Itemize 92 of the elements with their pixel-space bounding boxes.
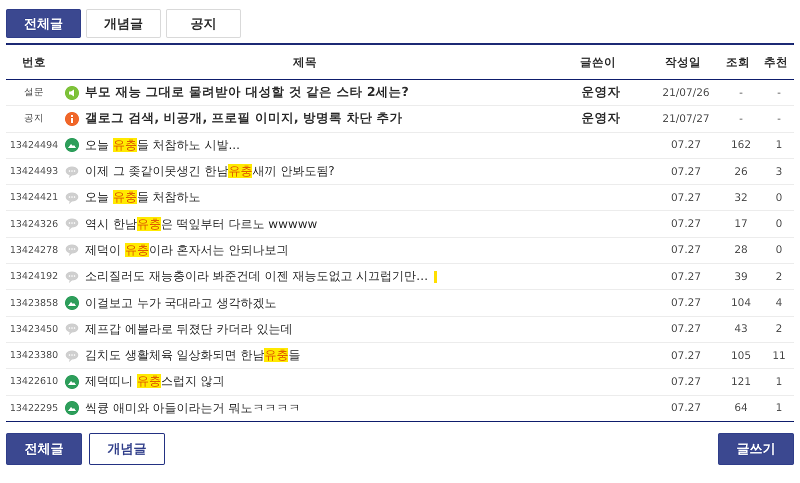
post-title-link[interactable]: 제프갑 에볼라로 뒤졌단 카더라 있는데 <box>85 320 292 338</box>
post-date: 07.27 <box>670 402 702 414</box>
speech-bubble-icon <box>65 270 79 284</box>
view-count: - <box>738 86 744 99</box>
post-date: 07.27 <box>670 166 702 178</box>
post-title-link[interactable]: 갤로그 검색, 비공개, 프로필 이미지, 방명록 차단 추가 <box>85 110 403 128</box>
image-icon <box>65 138 79 152</box>
post-date: 21/07/27 <box>661 112 711 125</box>
post-number: 13424494 <box>8 140 60 151</box>
view-count: - <box>738 112 744 125</box>
recommend-count: 0 <box>774 244 784 256</box>
recommend-count: 2 <box>774 270 784 283</box>
post-number: 설문 <box>23 86 45 100</box>
post-number: 13424493 <box>8 166 60 178</box>
view-count: 17 <box>733 218 749 230</box>
post-date: 21/07/26 <box>661 86 711 99</box>
filter-button[interactable]: 개념글 <box>89 432 165 465</box>
post-number: 공지 <box>23 112 45 126</box>
post-date: 07.27 <box>670 376 702 388</box>
speech-bubble-icon <box>65 217 79 232</box>
post-number: 13424421 <box>8 192 60 204</box>
post-date: 07.27 <box>670 218 702 230</box>
image-icon <box>65 296 79 310</box>
recommend-count: - <box>776 86 782 99</box>
post-date: 07.27 <box>670 244 702 256</box>
post-number: 13424326 <box>8 218 60 230</box>
recommend-count: 3 <box>774 166 784 178</box>
post-title-link[interactable]: 역시 한남유충은 떡잎부터 다르노 wwwww <box>85 216 318 233</box>
speech-bubble-icon <box>65 243 79 258</box>
column-header: 글쓴이 <box>579 54 617 70</box>
tab[interactable]: 공지 <box>166 9 241 38</box>
post-date: 07.27 <box>670 192 702 204</box>
recommend-count: 1 <box>774 139 784 152</box>
column-header: 작성일 <box>664 54 702 70</box>
image-icon <box>65 374 79 389</box>
post-title-link[interactable]: 오늘 유충들 처참하노 <box>85 189 201 206</box>
recommend-count: 11 <box>771 350 787 362</box>
recommend-count: 2 <box>774 323 784 336</box>
post-title-link[interactable]: 부모 재능 그대로 물려받아 대성할 것 같은 스타 2세는? <box>85 84 409 102</box>
view-count: 28 <box>733 244 749 256</box>
speaker-icon <box>65 86 79 100</box>
recommend-count: 0 <box>774 192 784 204</box>
view-count: 105 <box>730 350 752 362</box>
speech-bubble-icon <box>65 190 79 205</box>
post-number: 13424278 <box>8 244 60 256</box>
recommend-count: 1 <box>774 376 784 388</box>
column-header: 조회 <box>725 54 751 70</box>
view-count: 121 <box>730 376 752 388</box>
view-count: 162 <box>730 139 752 152</box>
view-count: 64 <box>733 402 749 414</box>
post-number: 13422295 <box>8 402 60 414</box>
view-count: 104 <box>730 297 752 310</box>
filter-button[interactable]: 전체글 <box>6 432 82 465</box>
post-date: 07.27 <box>670 323 702 336</box>
column-header: 제목 <box>292 54 318 70</box>
writer-name: 운영자 <box>582 110 620 126</box>
view-count: 26 <box>733 166 749 178</box>
post-number: 13422610 <box>8 376 60 388</box>
tab[interactable]: 개념글 <box>86 9 161 38</box>
post-number: 13423380 <box>8 350 60 362</box>
writer-name: 운영자 <box>582 84 620 100</box>
view-count: 32 <box>733 192 749 204</box>
speech-bubble-icon <box>65 348 79 363</box>
post-date: 07.27 <box>670 270 702 283</box>
post-title-link[interactable]: 오늘 유충들 처참하노 시발... <box>85 136 240 154</box>
info-icon <box>65 112 79 126</box>
view-count: 39 <box>733 270 749 283</box>
speech-bubble-icon <box>65 322 79 336</box>
column-header: 번호 <box>21 54 47 70</box>
post-title-link[interactable]: 이제 그 좆같이못생긴 한남유충새끼 안봐도됨? <box>85 163 335 180</box>
post-number: 13424192 <box>8 271 60 282</box>
image-icon <box>65 401 79 416</box>
view-count: 43 <box>733 323 749 336</box>
post-number: 13423450 <box>8 324 60 335</box>
recommend-count: 1 <box>774 402 784 414</box>
post-date: 07.27 <box>670 139 702 152</box>
write-button[interactable]: 글쓰기 <box>718 432 794 465</box>
post-title-link[interactable]: 김치도 생활체육 일상화되면 한남유충들 <box>85 347 300 364</box>
recommend-count: 4 <box>774 297 784 310</box>
post-date: 07.27 <box>670 350 702 362</box>
column-header: 추천 <box>763 54 789 70</box>
post-title-link[interactable]: 제덕띠니 유충스럽지 않긔 <box>85 373 225 390</box>
post-title-link[interactable]: 소리질러도 재능충이라 봐준건데 이젠 재능도없고 시끄럽기만… <box>85 268 428 286</box>
post-title-link[interactable]: 이걸보고 누가 국대라고 생각하겠노 <box>85 294 276 312</box>
recommend-count: 0 <box>774 218 784 230</box>
post-date: 07.27 <box>670 297 702 310</box>
recommend-count: - <box>776 112 782 125</box>
speech-bubble-icon <box>65 164 79 179</box>
tab[interactable]: 전체글 <box>6 9 81 38</box>
post-title-link[interactable]: 제덕이 유충이라 혼자서는 안되나보긔 <box>85 242 288 259</box>
post-number: 13423858 <box>8 298 60 309</box>
post-title-link[interactable]: 씩큥 애미와 아들이라는거 뭐노ㅋㅋㅋㅋ <box>85 400 300 417</box>
